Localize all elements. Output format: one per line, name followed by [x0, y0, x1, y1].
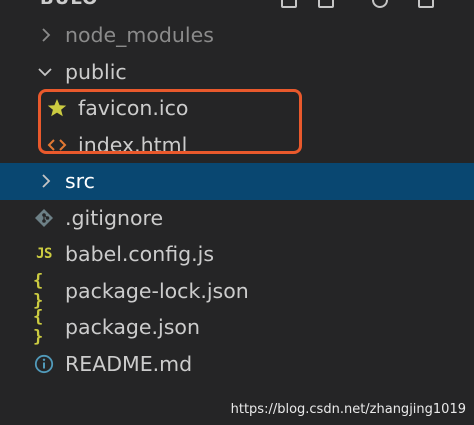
tree-item-label: src — [65, 169, 95, 194]
tree-item-favicon[interactable]: favicon.ico — [0, 90, 474, 127]
tree-item-label: babel.config.js — [65, 242, 215, 267]
chevron-right-icon[interactable] — [37, 26, 55, 44]
tree-item-label: public — [65, 59, 127, 84]
tree-item-src[interactable]: src — [0, 163, 474, 200]
tree-item-package-json[interactable]: { } package.json — [0, 307, 474, 348]
file-tree: node_modules public favicon.ico index.ht… — [0, 17, 474, 382]
tree-item-label: node_modules — [65, 23, 214, 48]
info-icon — [33, 353, 55, 375]
explorer-header: BULO — [0, 0, 474, 14]
chevron-down-icon[interactable] — [36, 63, 54, 81]
explorer-panel: BULO node_modules public favicon.ico — [0, 0, 474, 425]
tree-item-package-lock[interactable]: { } package-lock.json — [0, 270, 474, 311]
tree-item-readme[interactable]: README.md — [0, 346, 474, 383]
tree-item-index-html[interactable]: index.html — [0, 127, 474, 164]
collapse-all-icon[interactable] — [418, 0, 434, 8]
json-icon: { } — [33, 307, 45, 348]
chevron-right-icon[interactable] — [37, 172, 55, 190]
tree-item-label: package-lock.json — [65, 278, 249, 303]
tree-item-node-modules[interactable]: node_modules — [0, 17, 474, 54]
refresh-icon[interactable] — [372, 0, 388, 8]
javascript-icon: JS — [36, 246, 52, 263]
tree-item-label: favicon.ico — [78, 96, 189, 121]
tree-item-babel-config[interactable]: JS babel.config.js — [0, 236, 474, 273]
new-folder-icon[interactable] — [318, 0, 334, 8]
new-file-icon[interactable] — [281, 0, 297, 8]
tree-item-gitignore[interactable]: .gitignore — [0, 200, 474, 237]
star-icon — [46, 97, 68, 119]
tree-item-label: index.html — [78, 132, 188, 157]
json-icon: { } — [33, 270, 45, 311]
tree-item-label: package.json — [65, 315, 200, 340]
git-icon — [33, 207, 55, 229]
tree-item-label: .gitignore — [65, 205, 164, 230]
workspace-title: BULO — [40, 0, 98, 9]
tree-item-label: README.md — [65, 351, 193, 376]
html-icon — [46, 134, 68, 156]
watermark: https://blog.csdn.net/zhangjing1019 — [230, 402, 466, 417]
tree-item-public[interactable]: public — [0, 54, 474, 91]
